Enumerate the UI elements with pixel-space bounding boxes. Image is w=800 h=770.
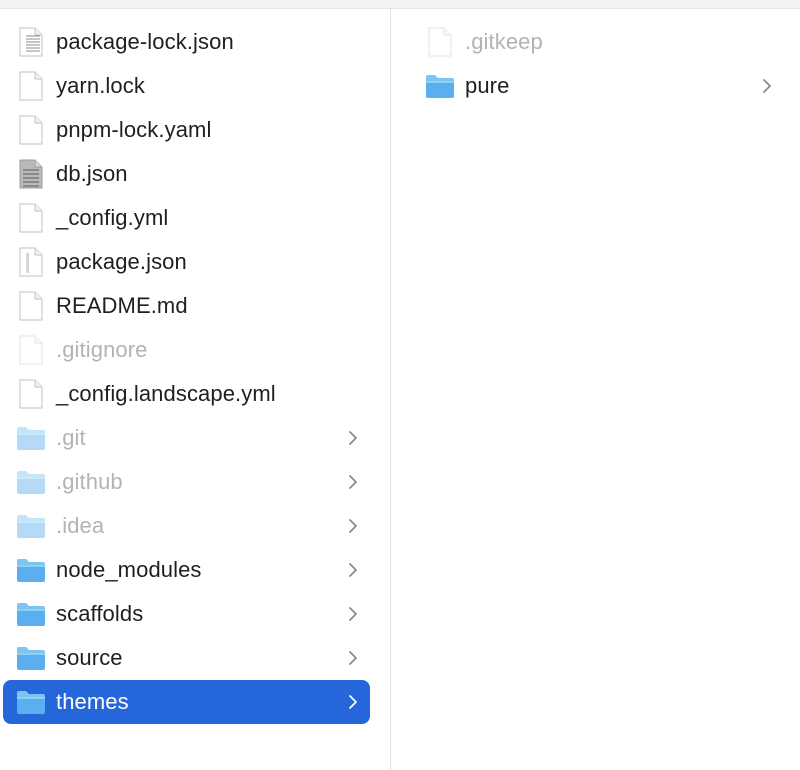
document-icon — [16, 335, 46, 365]
folder-row[interactable]: .idea — [3, 504, 370, 548]
chevron-right-icon — [348, 680, 358, 724]
folder-row[interactable]: node_modules — [3, 548, 370, 592]
file-row[interactable]: yarn.lock — [3, 64, 370, 108]
folder-icon — [16, 643, 46, 673]
finder-window: package-lock.json yarn.lock pnpm-lock.yaml… — [0, 0, 800, 770]
item-name: .idea — [56, 513, 105, 538]
item-name: pnpm-lock.yaml — [56, 117, 212, 142]
item-name: package-lock.json — [56, 29, 234, 54]
toolbar-edge — [0, 0, 800, 9]
folder-row[interactable]: .git — [3, 416, 370, 460]
document-icon — [16, 379, 46, 409]
item-name: yarn.lock — [56, 73, 145, 98]
item-name: _config.yml — [56, 205, 169, 230]
chevron-right-icon — [348, 548, 358, 592]
folder-icon — [16, 555, 46, 585]
document-icon — [16, 27, 46, 57]
chevron-right-icon — [762, 64, 772, 108]
item-name: scaffolds — [56, 601, 144, 626]
item-name: node_modules — [56, 557, 202, 582]
folder-icon — [16, 511, 46, 541]
folder-icon — [16, 423, 46, 453]
chevron-right-icon — [348, 592, 358, 636]
file-row[interactable]: pnpm-lock.yaml — [3, 108, 370, 152]
folder-row[interactable]: pure — [418, 64, 784, 108]
item-name: db.json — [56, 161, 128, 186]
file-list: .gitkeep pure — [418, 20, 784, 108]
folder-icon — [16, 467, 46, 497]
folder-icon — [16, 599, 46, 629]
document-icon — [16, 291, 46, 321]
file-row[interactable]: README.md — [3, 284, 370, 328]
column-themes[interactable]: .gitkeep pure — [391, 9, 800, 770]
file-row[interactable]: _config.yml — [3, 196, 370, 240]
file-row[interactable]: _config.landscape.yml — [3, 372, 370, 416]
document-icon — [16, 71, 46, 101]
file-row[interactable]: .gitkeep — [418, 20, 784, 64]
item-name: pure — [465, 73, 510, 98]
file-row[interactable]: package-lock.json — [3, 20, 370, 64]
item-name: themes — [56, 689, 129, 714]
document-icon — [16, 203, 46, 233]
chevron-right-icon — [348, 460, 358, 504]
folder-row[interactable]: themes — [3, 680, 370, 724]
item-name: README.md — [56, 293, 188, 318]
folder-row[interactable]: .github — [3, 460, 370, 504]
document-icon — [425, 27, 455, 57]
column-root[interactable]: package-lock.json yarn.lock pnpm-lock.yaml… — [0, 9, 391, 770]
chevron-right-icon — [348, 416, 358, 460]
file-row[interactable]: .gitignore — [3, 328, 370, 372]
chevron-right-icon — [348, 504, 358, 548]
item-name: _config.landscape.yml — [56, 381, 276, 406]
file-row[interactable]: db.json — [3, 152, 370, 196]
document-icon — [16, 159, 46, 189]
item-name: .git — [56, 425, 86, 450]
folder-icon — [16, 687, 46, 717]
document-icon — [16, 247, 46, 277]
chevron-right-icon — [348, 636, 358, 680]
folder-icon — [425, 71, 455, 101]
folder-row[interactable]: scaffolds — [3, 592, 370, 636]
item-name: source — [56, 645, 123, 670]
folder-row[interactable]: source — [3, 636, 370, 680]
file-row[interactable]: package.json — [3, 240, 370, 284]
item-name: .gitignore — [56, 337, 148, 362]
item-name: .gitkeep — [465, 29, 543, 54]
item-name: package.json — [56, 249, 187, 274]
file-list: package-lock.json yarn.lock pnpm-lock.yaml… — [3, 20, 370, 724]
document-icon — [16, 115, 46, 145]
item-name: .github — [56, 469, 123, 494]
